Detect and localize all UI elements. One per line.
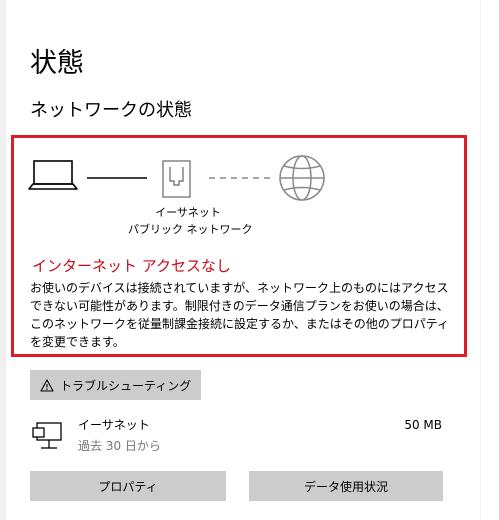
data-usage-button[interactable]: データ使用状況 — [249, 471, 443, 501]
connection-name: イーサネット — [78, 418, 150, 432]
ethernet-adapter-icon — [32, 422, 62, 449]
usage-period: 過去 30 日から — [78, 439, 161, 453]
adapter-label: イーサネット パブリック ネットワーク — [128, 204, 253, 238]
network-status-page: 状態 ネットワークの状態 イーサネット パブリック ネットワーク インターネット… — [0, 0, 499, 520]
laptop-icon — [28, 160, 78, 190]
network-diagram — [28, 155, 325, 201]
pane-divider — [480, 0, 481, 520]
section-title: ネットワークの状態 — [30, 100, 192, 121]
warning-icon — [40, 378, 54, 392]
troubleshoot-label: トラブルシューティング — [60, 378, 192, 393]
adapter-name: イーサネット — [155, 206, 221, 219]
troubleshoot-button[interactable]: トラブルシューティング — [30, 370, 202, 400]
properties-button[interactable]: プロパティ — [30, 471, 226, 501]
alert-title: インターネット アクセスなし — [32, 257, 232, 275]
data-usage-amount: 50 MB — [404, 418, 442, 432]
alert-description: お使いのデバイスは接続されていますが、ネットワーク上のものにはアクセスできない可… — [30, 281, 450, 349]
ethernet-port-icon — [162, 160, 191, 198]
connection-row: イーサネット 過去 30 日から 50 MB — [30, 416, 450, 460]
page-title: 状態 — [30, 48, 84, 79]
globe-icon — [279, 155, 325, 201]
network-type: パブリック ネットワーク — [128, 223, 253, 236]
scrollbar-track[interactable] — [0, 0, 6, 520]
